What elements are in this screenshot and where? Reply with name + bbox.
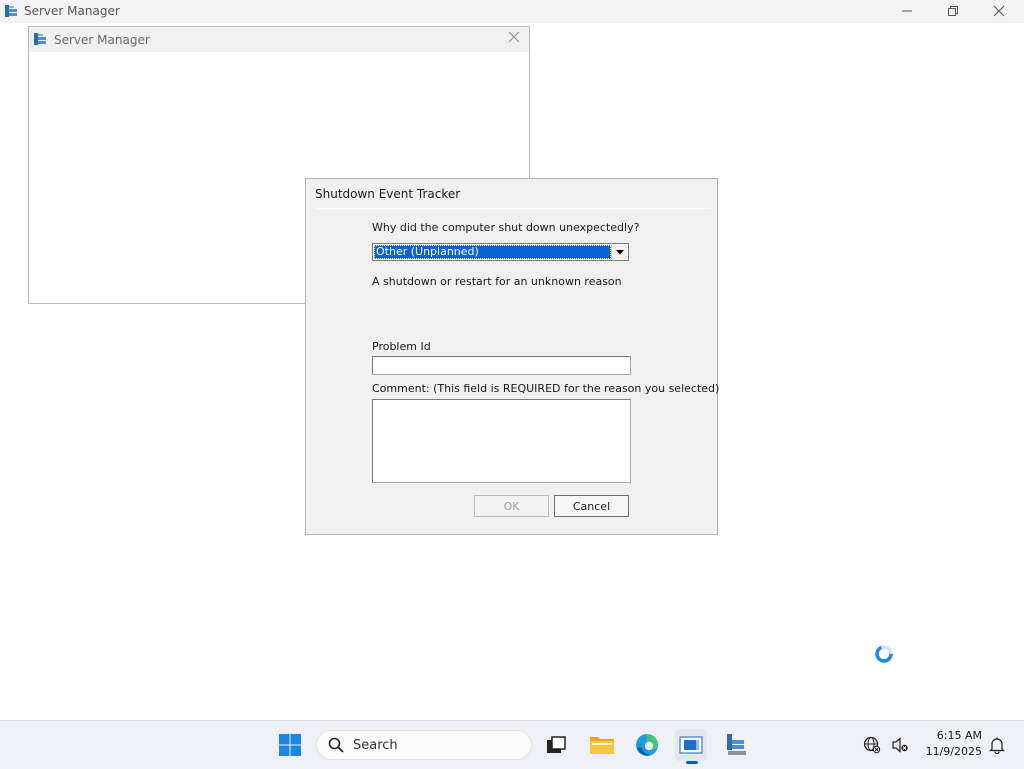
close-icon xyxy=(993,5,1005,17)
restore-icon xyxy=(948,6,958,16)
main-titlebar: Server Manager xyxy=(0,0,1024,23)
search-icon xyxy=(328,737,344,753)
chevron-down-icon xyxy=(615,249,624,254)
shutdown-event-tracker-dialog: Shutdown Event Tracker Why did the compu… xyxy=(305,178,720,535)
taskbar-clock[interactable]: 6:15 AM 11/9/2025 xyxy=(926,728,982,760)
main-window-title: Server Manager xyxy=(24,4,120,18)
app-taskbar-button[interactable] xyxy=(720,729,752,761)
problem-id-label: Problem Id xyxy=(372,340,431,353)
restore-button[interactable] xyxy=(930,0,976,22)
title-separator xyxy=(315,208,711,209)
minimize-button[interactable] xyxy=(884,0,930,22)
file-explorer-button[interactable] xyxy=(586,729,618,761)
server-tools-icon xyxy=(727,734,746,755)
close-icon xyxy=(508,31,520,43)
clock-date: 11/9/2025 xyxy=(925,745,982,758)
volume-button[interactable] xyxy=(889,729,911,761)
server-manager-icon xyxy=(5,5,17,17)
bell-notification-icon xyxy=(989,737,1005,754)
reason-description: A shutdown or restart for an unknown rea… xyxy=(372,275,622,288)
folder-icon xyxy=(590,737,614,754)
windows-start-icon xyxy=(279,734,301,756)
task-view-icon xyxy=(547,736,566,753)
dropdown-arrow-button[interactable] xyxy=(611,245,627,259)
search-placeholder: Search xyxy=(353,738,398,753)
dialog-title: Shutdown Event Tracker xyxy=(315,187,461,201)
minimize-icon xyxy=(902,10,912,12)
close-button[interactable] xyxy=(976,0,1022,22)
inner-titlebar: Server Manager xyxy=(29,27,529,52)
globe-no-internet-icon xyxy=(863,736,881,754)
notifications-button[interactable] xyxy=(986,729,1008,761)
comment-label: Comment: (This field is REQUIRED for the… xyxy=(372,382,720,395)
problem-id-input[interactable] xyxy=(372,356,631,375)
task-view-button[interactable] xyxy=(540,729,572,761)
taskbar: Search 6:15 AM 11/9/2025 xyxy=(0,720,1024,769)
cancel-button[interactable]: Cancel xyxy=(554,495,629,517)
reason-dropdown[interactable]: Other (Unplanned) xyxy=(372,243,629,261)
edge-browser-button[interactable] xyxy=(631,729,663,761)
busy-spinner-icon xyxy=(875,645,893,663)
server-manager-icon xyxy=(679,736,703,754)
server-manager-taskbar-button[interactable] xyxy=(675,729,707,761)
active-app-indicator xyxy=(686,761,698,764)
inner-close-button[interactable] xyxy=(505,30,523,48)
start-button[interactable] xyxy=(274,729,306,761)
comment-textarea[interactable] xyxy=(372,399,631,483)
edge-icon xyxy=(636,734,658,756)
ok-button[interactable]: OK xyxy=(474,495,549,517)
server-manager-icon xyxy=(34,33,46,45)
clock-time: 6:15 AM xyxy=(936,729,982,742)
speaker-muted-icon xyxy=(892,737,908,753)
reason-selected-value: Other (Unplanned) xyxy=(374,245,611,259)
inner-window-title: Server Manager xyxy=(54,33,150,47)
taskbar-search-box[interactable]: Search xyxy=(316,730,532,760)
network-button[interactable] xyxy=(861,729,883,761)
question-label: Why did the computer shut down unexpecte… xyxy=(372,221,640,234)
